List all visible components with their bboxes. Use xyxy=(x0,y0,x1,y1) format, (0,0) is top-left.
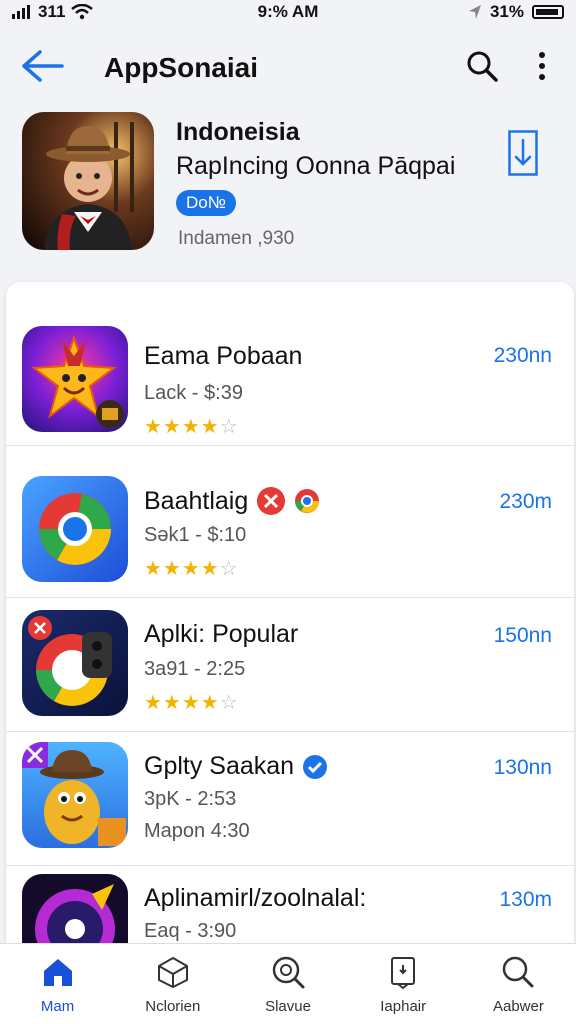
app-name-text: Aplki: Popular xyxy=(144,620,299,648)
back-arrow-icon[interactable] xyxy=(18,46,66,86)
app-icon-chrome xyxy=(22,476,128,582)
app-list: Eama Pobaan Lack - $:39 ★★★★☆ 230nn Baah… xyxy=(6,282,574,982)
app-name: Aplki: Popular xyxy=(144,620,298,649)
app-icon-star xyxy=(22,326,128,432)
rating-stars: ★★★★☆ xyxy=(144,416,239,438)
nav-item-updates[interactable]: Iaphair xyxy=(346,944,461,1024)
rating-stars: ★★★★☆ xyxy=(144,558,239,580)
battery-indicator: 31% xyxy=(468,2,564,22)
app-header: AppSonaiai xyxy=(0,36,576,96)
rating-stars: ★★★★☆ xyxy=(144,692,239,714)
featured-app-meta: Indamen ,930 xyxy=(178,228,295,249)
location-icon xyxy=(468,5,481,19)
featured-app-title: Indoneisia xyxy=(176,118,300,146)
app-name: Eama Pobaan xyxy=(144,342,302,371)
nav-item-search[interactable]: Slavue xyxy=(230,944,345,1024)
featured-app[interactable]: Indoneisia RapIncing Oonna Pāqpai Do№ In… xyxy=(0,112,576,262)
nav-item-home[interactable]: Mam xyxy=(0,944,115,1024)
divider xyxy=(6,445,574,446)
app-name: Gplty Saakan xyxy=(144,752,328,781)
app-size: 230nn xyxy=(493,344,552,367)
featured-app-badge[interactable]: Do№ xyxy=(176,190,236,216)
search-icon[interactable] xyxy=(464,48,500,84)
home-icon xyxy=(43,959,72,986)
list-item[interactable]: Aplki: Popular 3a91 - 2:25 ★★★★☆ 150nn xyxy=(6,598,574,732)
list-item[interactable]: Gplty Saakan 3pK - 2:53 Mapon 4:30 130nn xyxy=(6,732,574,866)
magnifier-icon xyxy=(503,956,534,988)
verified-badge-icon xyxy=(303,754,328,779)
app-meta: Lack - $:39 xyxy=(144,382,243,404)
app-meta-secondary: Mapon 4:30 xyxy=(144,820,250,842)
app-icon-popular xyxy=(22,610,128,716)
nav-label: Nclorien xyxy=(145,998,201,1015)
badge-red-icon xyxy=(257,487,286,515)
list-item[interactable]: Eama Pobaan Lack - $:39 ★★★★☆ 230nn xyxy=(6,312,574,446)
chrome-icon xyxy=(295,489,320,513)
app-size: 150nn xyxy=(493,624,552,647)
bottom-nav: Mam Nclorien Slavue Iaphair Aabwer xyxy=(0,943,576,1024)
app-meta: 3pK - 2:53 xyxy=(144,788,237,810)
battery-text: 31% xyxy=(489,2,524,21)
app-meta: Sək1 - $:10 xyxy=(144,524,247,546)
featured-app-subtitle: RapIncing Oonna Pāqpai xyxy=(176,152,456,180)
nav-label: Slavue xyxy=(265,998,311,1015)
nav-label: Aabwer xyxy=(492,998,544,1015)
list-item[interactable]: Baahtlaig Sək1 - $:10 ★★★★☆ 230m xyxy=(6,464,574,598)
app-icon-character xyxy=(22,742,128,848)
app-name-text: Eama Pobaan xyxy=(144,342,303,370)
page-title: AppSonaiai xyxy=(104,52,259,83)
app-size: 130nn xyxy=(493,756,552,779)
app-meta: Eaq - 3:90 xyxy=(144,920,237,942)
app-size: 130m xyxy=(499,888,552,911)
nav-label: Iaphair xyxy=(380,998,427,1015)
app-name: Aplinamirl/zoolnalal: xyxy=(144,884,366,913)
featured-app-icon xyxy=(22,112,154,250)
app-name-text: Aplinamirl/zoolnalal: xyxy=(144,884,367,912)
more-options-icon[interactable] xyxy=(528,48,556,84)
status-bar: 311 9:% AM 31% xyxy=(0,0,576,26)
box-icon xyxy=(157,957,188,988)
app-meta: 3a91 - 2:25 xyxy=(144,658,246,680)
app-size: 230m xyxy=(499,490,552,513)
nav-label: Mam xyxy=(40,998,75,1015)
nav-item-games[interactable]: Nclorien xyxy=(115,944,230,1024)
nav-item-account[interactable]: Aabwer xyxy=(461,944,576,1024)
battery-icon xyxy=(532,5,564,19)
download-icon[interactable] xyxy=(508,130,538,176)
app-name-text: Baahtlaig xyxy=(144,486,249,515)
search-circle-icon xyxy=(272,956,305,989)
app-name-text: Gplty Saakan xyxy=(144,752,295,780)
app-name: Baahtlaig xyxy=(144,486,320,516)
document-icon xyxy=(391,957,416,990)
